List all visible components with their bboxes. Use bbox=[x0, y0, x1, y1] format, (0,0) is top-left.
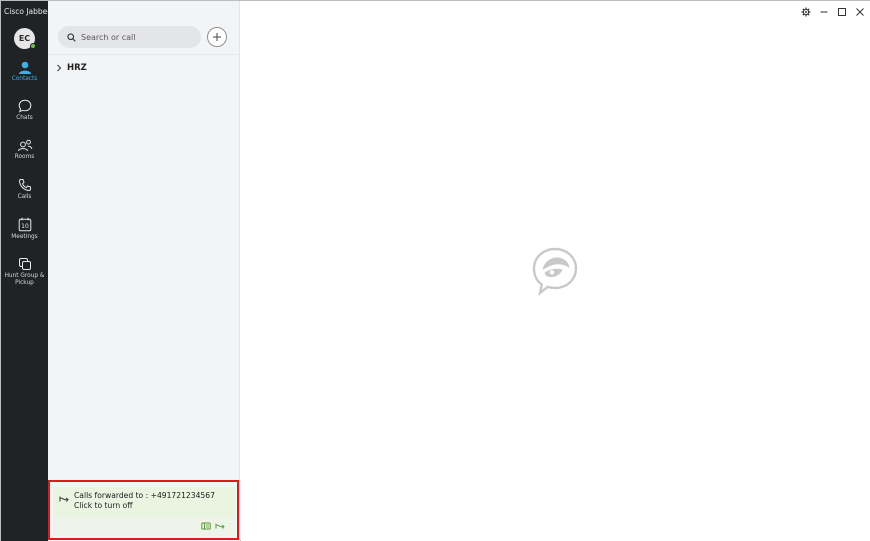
call-forward-status-icon[interactable] bbox=[215, 522, 225, 530]
nav-calls[interactable]: Calls bbox=[1, 178, 48, 201]
app-title: Cisco Jabber bbox=[4, 7, 51, 16]
gear-icon bbox=[801, 7, 811, 17]
nav-rooms[interactable]: Rooms bbox=[1, 139, 48, 161]
plus-icon bbox=[213, 33, 221, 41]
chat-bubble-icon bbox=[18, 99, 31, 113]
nav-chats-label: Chats bbox=[16, 115, 33, 121]
close-button[interactable] bbox=[852, 3, 868, 21]
search-input[interactable] bbox=[81, 32, 191, 42]
minimize-button[interactable] bbox=[816, 3, 832, 21]
person-icon bbox=[18, 61, 31, 74]
hunt-group-icon bbox=[18, 258, 31, 270]
call-forward-text: Calls forwarded to : +491721234567 Click… bbox=[74, 491, 215, 511]
jabber-window: Cisco Jabber EC Contacts Chats Rooms Cal… bbox=[0, 0, 870, 541]
desk-phone-icon[interactable] bbox=[201, 522, 211, 530]
window-controls bbox=[798, 1, 870, 23]
main-content-area bbox=[241, 1, 870, 541]
chevron-right-icon bbox=[57, 64, 62, 72]
panel-divider bbox=[48, 54, 239, 55]
contact-group-name: HRZ bbox=[67, 63, 87, 73]
minimize-icon bbox=[820, 11, 828, 13]
contact-group-hrz[interactable]: HRZ bbox=[56, 63, 87, 73]
nav-calls-label: Calls bbox=[17, 194, 32, 200]
nav-hunt-group[interactable]: Hunt Group & Pickup bbox=[1, 257, 48, 287]
maximize-button[interactable] bbox=[834, 3, 850, 21]
call-forward-status: Calls forwarded to : +491721234567 bbox=[74, 491, 215, 500]
nav-contacts-label: Contacts bbox=[11, 76, 38, 82]
rooms-icon bbox=[17, 139, 32, 152]
call-forward-icon bbox=[59, 496, 69, 502]
contacts-panel: HRZ Calls forwarded to : +491721234567 C… bbox=[48, 1, 240, 541]
nav-meetings[interactable]: 10 Meetings bbox=[1, 217, 48, 241]
call-forward-highlight: Calls forwarded to : +491721234567 Click… bbox=[48, 480, 239, 540]
settings-button[interactable] bbox=[798, 3, 814, 21]
add-button[interactable] bbox=[207, 27, 227, 47]
nav-hunt-group-label: Hunt Group & Pickup bbox=[4, 273, 45, 286]
calendar-day-badge: 10 bbox=[21, 223, 29, 230]
nav-chats[interactable]: Chats bbox=[1, 99, 48, 122]
search-icon bbox=[67, 32, 76, 42]
navigation-rail: Cisco Jabber EC Contacts Chats Rooms Cal… bbox=[1, 1, 51, 541]
status-footer bbox=[53, 517, 235, 536]
nav-rooms-label: Rooms bbox=[14, 154, 35, 160]
presence-indicator bbox=[30, 43, 36, 49]
call-forward-banner[interactable]: Calls forwarded to : +491721234567 Click… bbox=[53, 487, 235, 517]
jabber-logo-icon bbox=[532, 247, 578, 297]
call-forward-action: Click to turn off bbox=[74, 501, 133, 510]
close-icon bbox=[856, 8, 864, 16]
maximize-icon bbox=[838, 8, 846, 16]
nav-contacts[interactable]: Contacts bbox=[1, 61, 48, 83]
nav-meetings-label: Meetings bbox=[11, 234, 38, 240]
search-box[interactable] bbox=[58, 26, 201, 48]
phone-icon bbox=[18, 179, 31, 192]
avatar-initials: EC bbox=[18, 34, 31, 43]
calendar-icon: 10 bbox=[18, 217, 31, 232]
